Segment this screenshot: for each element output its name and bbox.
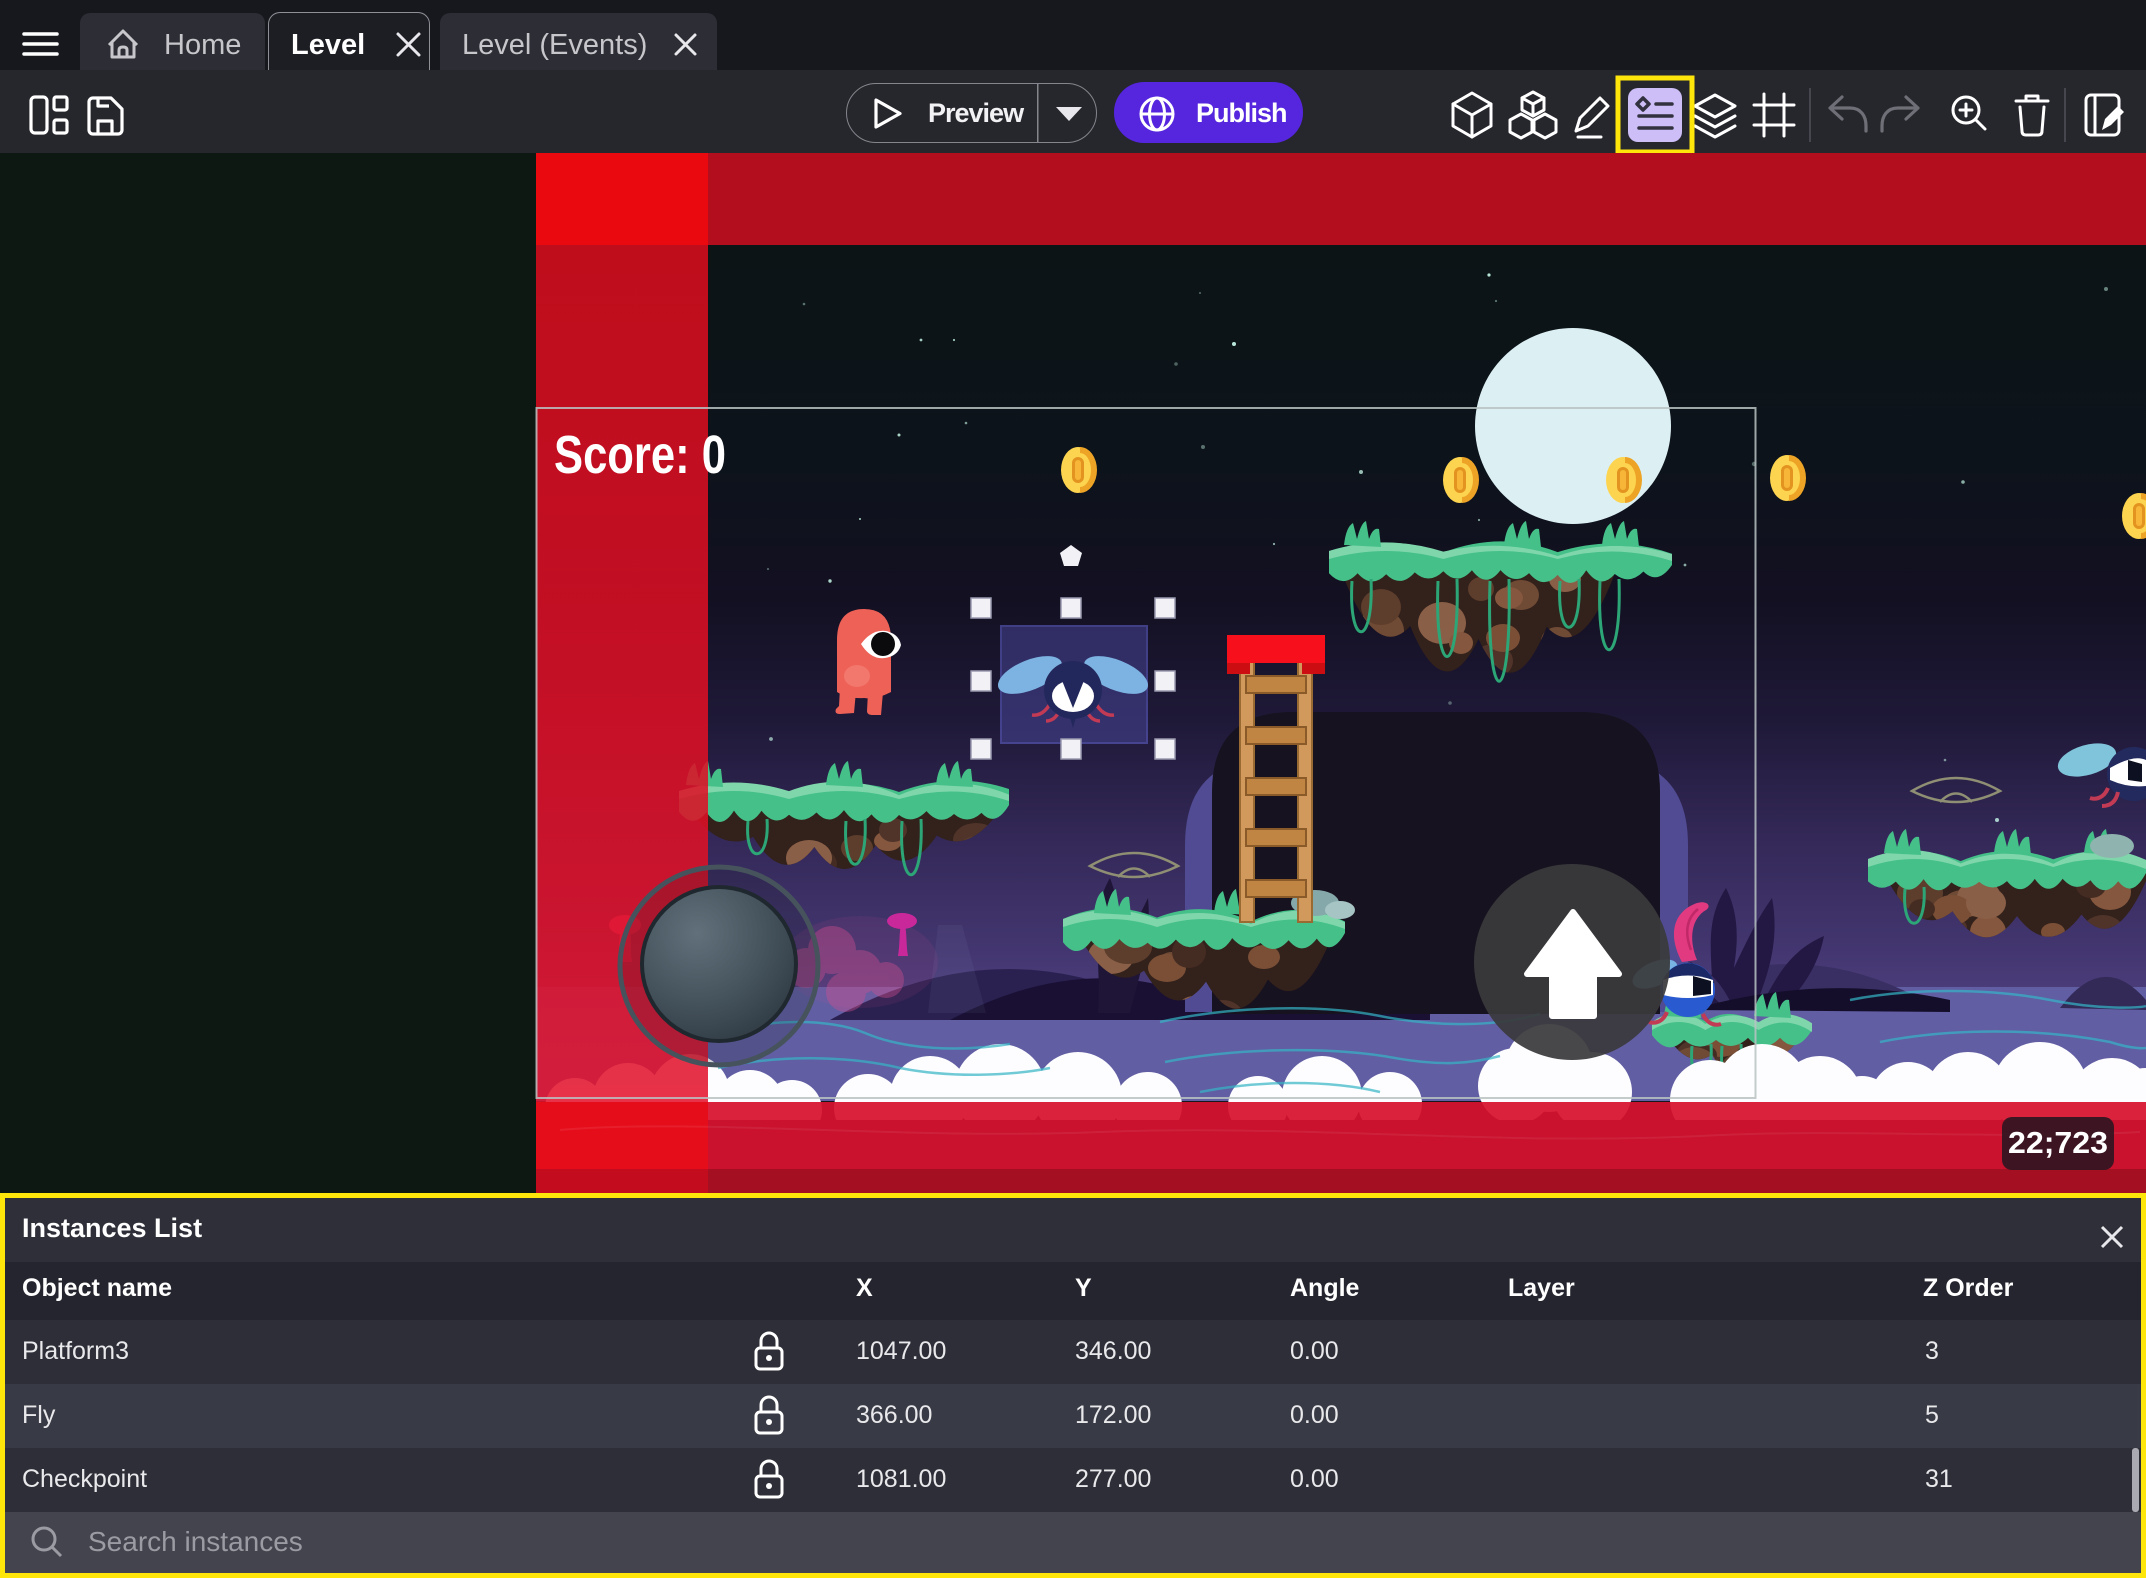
svg-text:Score: 0: Score: 0 — [554, 425, 726, 485]
svg-text:22;723: 22;723 — [2008, 1125, 2108, 1160]
